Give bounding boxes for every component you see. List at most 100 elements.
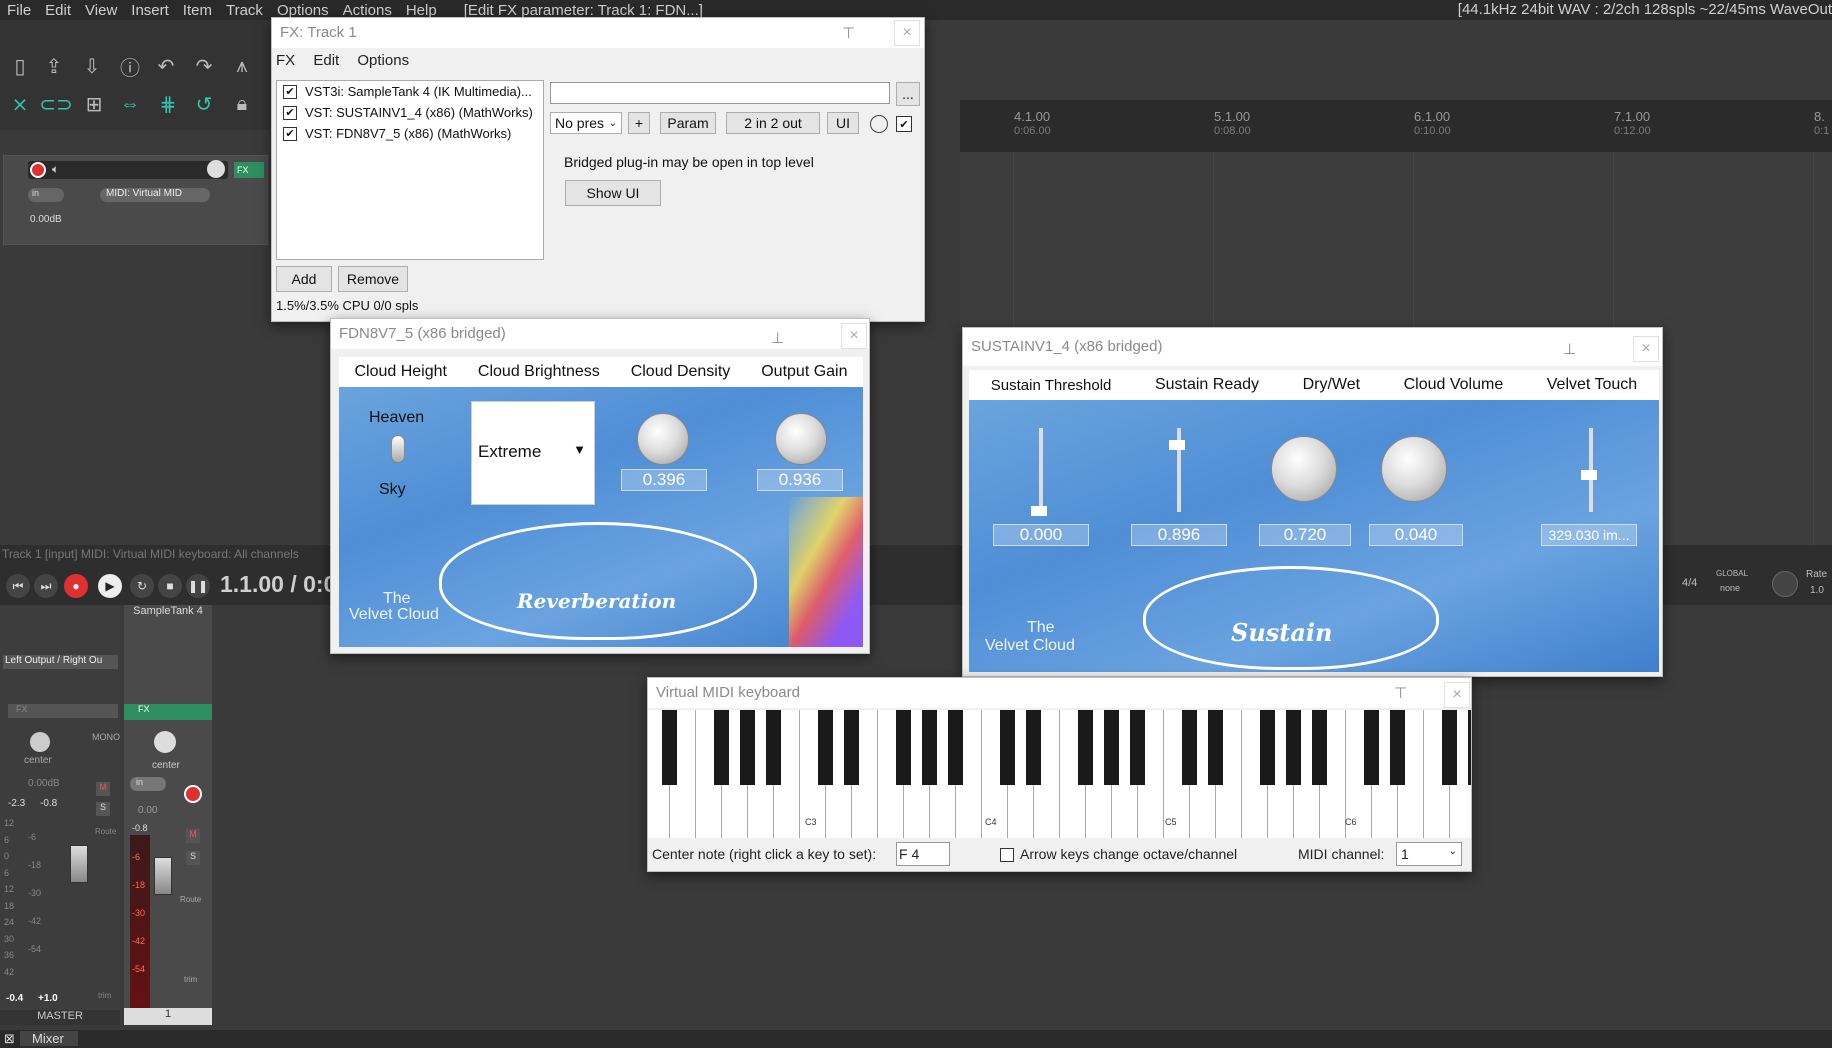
cloud-density-knob[interactable] — [637, 413, 689, 465]
ripple-edit-icon[interactable]: ⇔ — [116, 90, 144, 118]
arrow-keys-checkbox[interactable] — [1000, 848, 1014, 862]
undo-icon[interactable]: ↶ — [152, 52, 180, 80]
play-button[interactable]: ▶ — [98, 574, 122, 598]
black-key[interactable] — [740, 710, 755, 785]
close-button[interactable]: × — [1444, 682, 1470, 708]
master-trim-label[interactable]: trim — [98, 991, 111, 1000]
menu-options[interactable]: Options — [270, 2, 336, 19]
black-key[interactable] — [1468, 710, 1471, 785]
lock-icon[interactable]: 🔒︎ — [228, 90, 256, 118]
black-key[interactable] — [1312, 710, 1327, 785]
ui-button[interactable]: UI — [827, 112, 859, 134]
black-key[interactable] — [714, 710, 729, 785]
param-button[interactable]: Param — [660, 112, 716, 134]
menu-edit[interactable]: Edit — [38, 2, 78, 19]
master-fx-button[interactable]: FX — [8, 704, 118, 718]
input-selector[interactable]: MIDI: Virtual MID — [100, 188, 210, 202]
fx-button[interactable]: FX — [234, 162, 264, 178]
track-pan-knob[interactable] — [154, 731, 176, 753]
enable-checkbox[interactable]: ✔ — [283, 105, 297, 120]
project-settings-icon[interactable]: ⓘ — [116, 52, 144, 80]
black-key[interactable] — [1000, 710, 1015, 785]
mono-label[interactable]: MONO — [92, 732, 120, 742]
fx-menu-options[interactable]: Options — [357, 52, 409, 69]
black-key[interactable] — [1286, 710, 1301, 785]
dry-wet-knob[interactable] — [1271, 436, 1337, 502]
more-button[interactable]: ... — [896, 82, 920, 106]
record-button[interactable]: ● — [64, 574, 88, 598]
black-key[interactable] — [1442, 710, 1457, 785]
master-mute-button[interactable]: M — [96, 782, 110, 796]
master-route-label[interactable]: Route — [95, 827, 116, 836]
stop-button[interactable]: ■ — [158, 574, 182, 598]
io-routing-button[interactable]: 2 in 2 out — [726, 112, 820, 134]
fx-menu-edit[interactable]: Edit — [313, 52, 339, 69]
black-key[interactable] — [1130, 710, 1145, 785]
fx-plugin-row[interactable]: ✔ VST: SUSTAINV1_4 (x86) (MathWorks) — [277, 102, 543, 123]
master-fader[interactable] — [70, 845, 88, 883]
black-key[interactable] — [818, 710, 833, 785]
close-icon[interactable]: ⊠ — [4, 1031, 15, 1047]
fx-plugin-list[interactable]: ✔ VST3i: SampleTank 4 (IK Multimedia)... … — [276, 80, 544, 260]
output-gain-value[interactable]: 0.936 — [757, 469, 843, 491]
wet-knob[interactable] — [870, 115, 888, 133]
new-project-icon[interactable]: ▯ — [6, 52, 34, 80]
cloud-brightness-dropdown[interactable]: Extreme ▼ — [471, 401, 595, 505]
remove-fx-button[interactable]: Remove — [338, 266, 408, 292]
go-to-end-button[interactable]: ⏭ — [34, 574, 58, 598]
black-key[interactable] — [1390, 710, 1405, 785]
velvet-touch-value[interactable]: 329.030 im... — [1541, 524, 1637, 546]
sustain-threshold-slider[interactable] — [1039, 428, 1043, 512]
pause-button[interactable]: ❚❚ — [186, 574, 210, 598]
metronome-icon[interactable]: ⩚ — [228, 52, 256, 80]
output-selector[interactable]: Left Output / Right Ou — [3, 655, 118, 669]
sustain-threshold-value[interactable]: 0.000 — [993, 524, 1089, 546]
fx-menu-fx[interactable]: FX — [276, 52, 295, 69]
close-button[interactable]: × — [894, 20, 920, 46]
track-header[interactable]: 🔈︎ FX in MIDI: Virtual MID 0.00dB — [3, 155, 268, 245]
grid-snap-icon[interactable]: ⨯ — [6, 90, 34, 118]
show-ui-button[interactable]: Show UI — [565, 180, 661, 206]
black-key[interactable] — [662, 710, 677, 785]
sustain-ready-thumb[interactable] — [1169, 440, 1185, 450]
sustain-titlebar[interactable]: SUSTAINV1_4 (x86 bridged) ⊥ × — [963, 328, 1662, 366]
velvet-touch-thumb[interactable] — [1581, 470, 1597, 480]
master-solo-button[interactable]: S — [96, 802, 110, 816]
grid-icon[interactable]: ⋕ — [154, 90, 182, 118]
save-project-icon[interactable]: ⇩ — [78, 52, 106, 80]
fx-window-titlebar[interactable]: FX: Track 1 ⊤ × — [272, 18, 924, 48]
fx-plugin-row[interactable]: ✔ VST: FDN8V7_5 (x86) (MathWorks) — [277, 123, 543, 144]
center-note-field[interactable]: F 4 — [896, 842, 950, 866]
black-key[interactable] — [896, 710, 911, 785]
keyboard-titlebar[interactable]: Virtual MIDI keyboard ⊤ × — [648, 678, 1471, 708]
tab-mixer[interactable]: Mixer — [20, 1031, 78, 1046]
black-key[interactable] — [948, 710, 963, 785]
preset-dropdown[interactable]: No pres ⌄ — [550, 112, 622, 134]
sustain-threshold-thumb[interactable] — [1031, 506, 1047, 516]
speaker-icon[interactable]: 🔈︎ — [52, 162, 59, 177]
pin-icon[interactable]: ⊥ — [1563, 340, 1576, 358]
menu-help[interactable]: Help — [399, 2, 444, 19]
enable-checkbox[interactable]: ✔ — [283, 84, 297, 99]
track-trim-label[interactable]: trim — [184, 975, 197, 984]
volume-knob[interactable] — [207, 160, 225, 178]
cloud-density-value[interactable]: 0.396 — [621, 469, 707, 491]
global-automation-value[interactable]: none — [1720, 583, 1740, 593]
track-record-arm[interactable] — [184, 785, 202, 803]
repeat-button[interactable]: ↻ — [130, 574, 154, 598]
cloud-volume-knob[interactable] — [1381, 436, 1447, 502]
track-mute-button[interactable]: M — [186, 829, 200, 843]
close-button[interactable]: × — [1633, 336, 1659, 362]
add-preset-button[interactable]: + — [628, 112, 650, 134]
black-key[interactable] — [1364, 710, 1379, 785]
track-solo-button[interactable]: S — [186, 851, 200, 865]
black-key[interactable] — [844, 710, 859, 785]
black-key[interactable] — [766, 710, 781, 785]
output-gain-knob[interactable] — [775, 413, 827, 465]
cloud-height-switch[interactable] — [391, 435, 405, 463]
midi-channel-dropdown[interactable]: 1 ⌄ — [1396, 842, 1462, 866]
enable-checkbox[interactable]: ✔ — [283, 126, 297, 141]
redo-icon[interactable]: ↷ — [190, 52, 218, 80]
black-key[interactable] — [1208, 710, 1223, 785]
loop-icon[interactable]: ↺ — [190, 90, 218, 118]
